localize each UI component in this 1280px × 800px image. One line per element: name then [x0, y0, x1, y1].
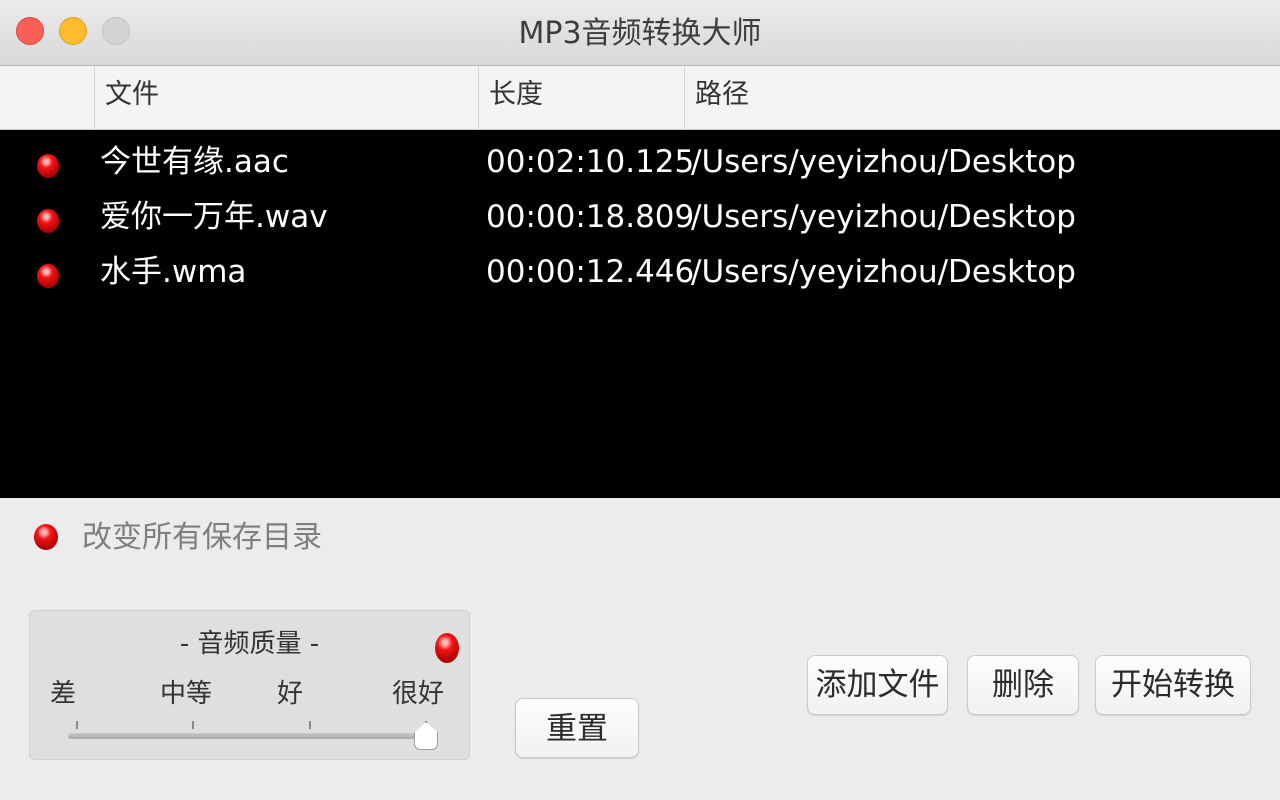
- quality-level-very-good: 很好: [392, 679, 445, 709]
- quality-level-poor: 差: [50, 679, 77, 709]
- change-save-directory-label[interactable]: 改变所有保存目录: [82, 518, 322, 558]
- quality-level-good: 好: [277, 679, 304, 709]
- slider-tick: [192, 721, 194, 729]
- path-cell: /Users/yeyizhou/Desktop: [691, 199, 1076, 235]
- title-bar: MP3音频转换大师: [0, 0, 1280, 66]
- file-name-cell: 爱你一万年.wav: [100, 199, 328, 235]
- quality-led-icon: [435, 633, 459, 663]
- start-conversion-button[interactable]: 开始转换: [1095, 655, 1251, 715]
- path-cell: /Users/yeyizhou/Desktop: [691, 254, 1076, 290]
- status-led-icon: [37, 154, 59, 178]
- column-header-length[interactable]: 长度: [478, 66, 684, 130]
- quality-slider-thumb[interactable]: [414, 722, 438, 750]
- slider-tick: [309, 721, 311, 729]
- table-row[interactable]: 爱你一万年.wav 00:00:18.809 /Users/yeyizhou/D…: [0, 190, 1280, 245]
- table-row[interactable]: 水手.wma 00:00:12.446 /Users/yeyizhou/Desk…: [0, 245, 1280, 300]
- file-table-header: 文件 长度 路径: [0, 66, 1280, 130]
- column-header-path[interactable]: 路径: [684, 66, 1280, 130]
- delete-button[interactable]: 删除: [967, 655, 1079, 715]
- quality-level-medium: 中等: [160, 679, 213, 709]
- add-file-button[interactable]: 添加文件: [807, 655, 948, 715]
- file-name-cell: 水手.wma: [100, 254, 247, 290]
- save-directory-led-icon[interactable]: [34, 524, 58, 550]
- file-name-cell: 今世有缘.aac: [100, 144, 289, 180]
- window-title: MP3音频转换大师: [518, 16, 762, 51]
- path-cell: /Users/yeyizhou/Desktop: [691, 144, 1076, 180]
- status-led-icon: [37, 264, 59, 288]
- length-cell: 00:00:18.809: [486, 199, 695, 235]
- file-table-body[interactable]: 今世有缘.aac 00:02:10.125 /Users/yeyizhou/De…: [0, 130, 1280, 498]
- length-cell: 00:02:10.125: [486, 144, 695, 180]
- length-cell: 00:00:12.446: [486, 254, 695, 290]
- table-row[interactable]: 今世有缘.aac 00:02:10.125 /Users/yeyizhou/De…: [0, 135, 1280, 190]
- status-led-icon: [37, 209, 59, 233]
- slider-tick: [76, 721, 78, 729]
- column-header-file[interactable]: 文件: [94, 66, 478, 130]
- quality-slider-track[interactable]: [68, 733, 432, 739]
- reset-button[interactable]: 重置: [515, 698, 639, 758]
- audio-quality-title: - 音频质量 -: [179, 629, 320, 659]
- audio-quality-panel: - 音频质量 - 差 中等 好 很好: [29, 610, 470, 760]
